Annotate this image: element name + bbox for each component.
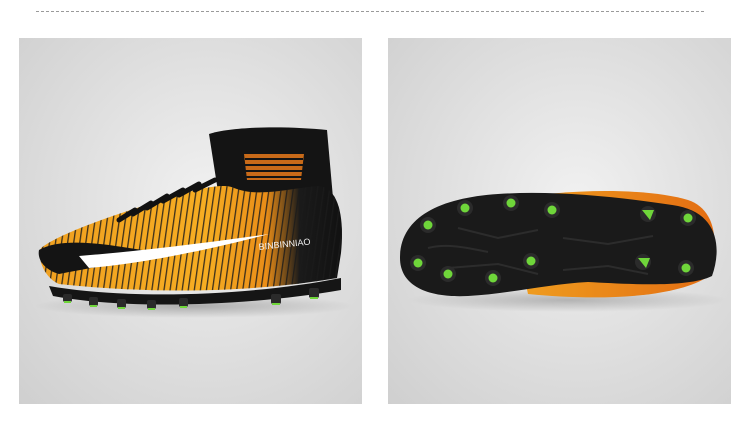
soccer-cleat-sole-icon [400,191,728,312]
top-divider [36,11,704,12]
soccer-cleat-side-icon: BINBINNIAO [34,127,354,318]
product-image-sole[interactable] [388,38,731,404]
product-image-side[interactable]: BINBINNIAO [19,38,362,404]
